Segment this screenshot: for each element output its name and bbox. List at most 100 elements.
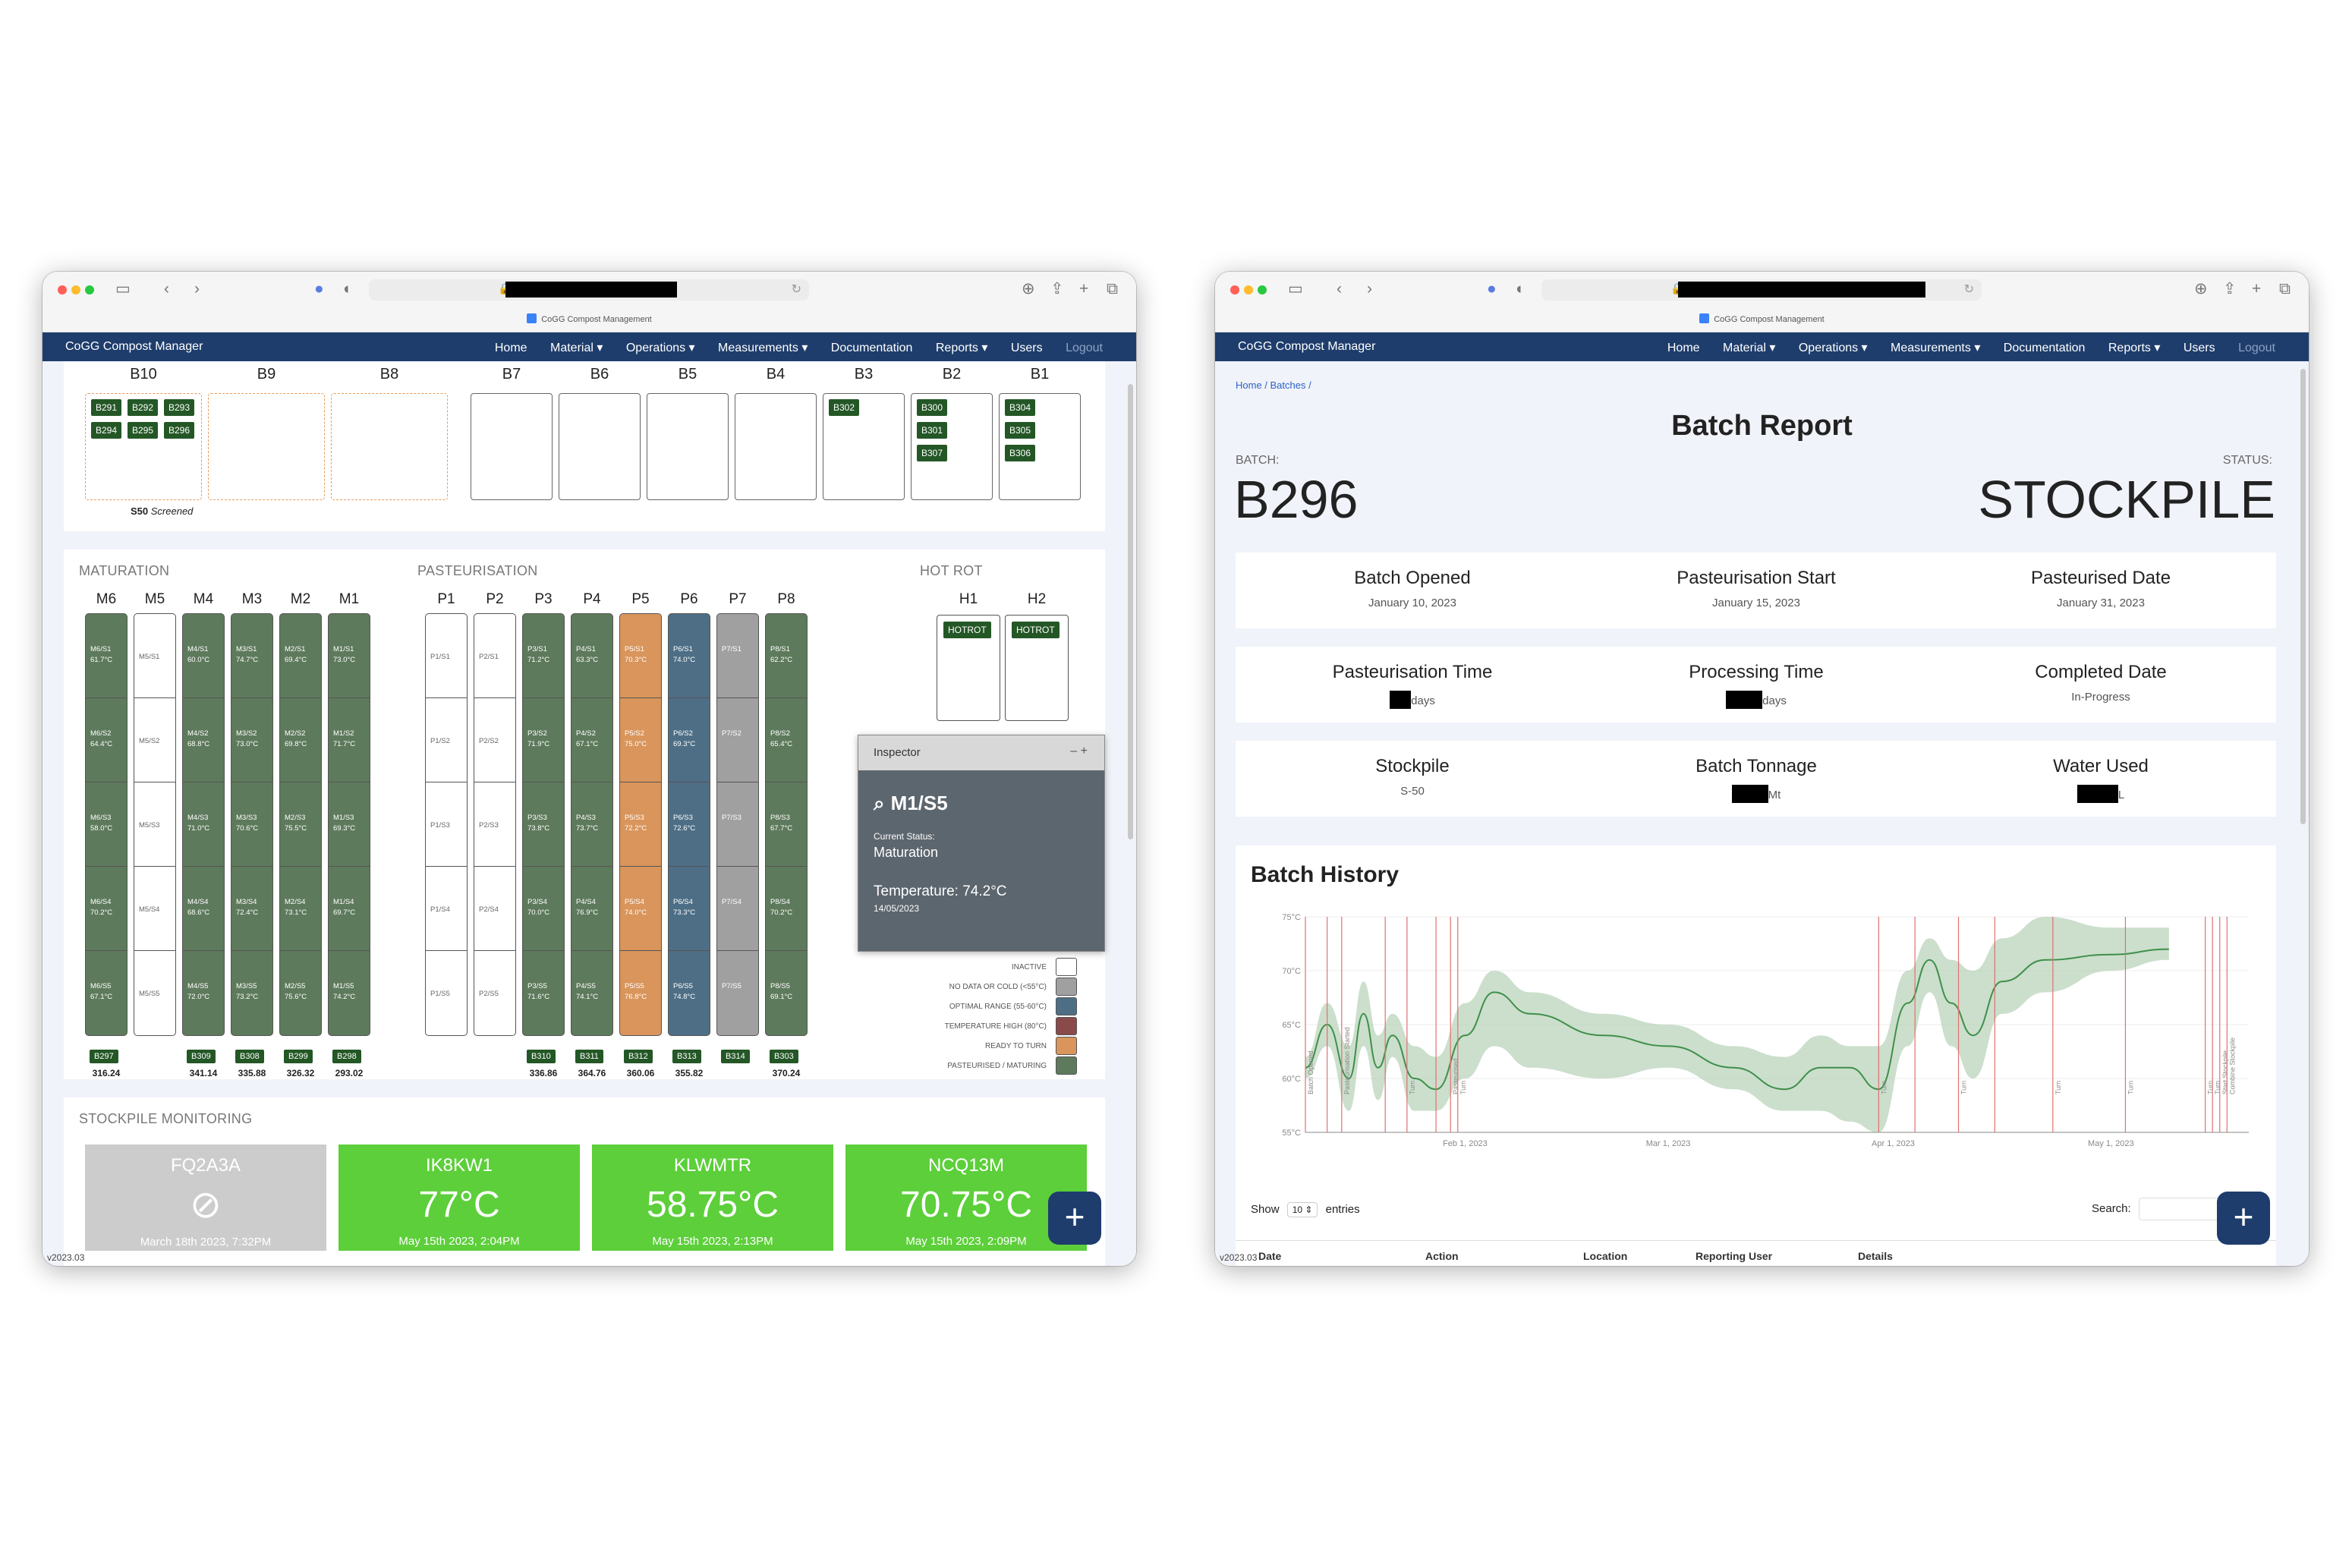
entries-select[interactable]: 10 ⇕ bbox=[1286, 1202, 1318, 1217]
nav-material[interactable]: Material ▾ bbox=[1723, 342, 1775, 354]
slot-p7-s5[interactable]: P7/S5 bbox=[717, 951, 758, 1035]
slot-p6-s1[interactable]: P6/S1 74.0°C bbox=[669, 614, 710, 698]
slot-p3-s3[interactable]: P3/S3 73.8°C bbox=[523, 782, 564, 867]
column-p2[interactable]: P2/S1 P2/S2 P2/S3 P2/S4 P2/S5 bbox=[474, 613, 516, 1036]
slot-m4-s4[interactable]: M4/S4 68.6°C bbox=[183, 867, 224, 951]
batch-tag-b297[interactable]: B297 bbox=[90, 1050, 118, 1063]
slot-m2-s4[interactable]: M2/S4 73.1°C bbox=[280, 867, 321, 951]
slot-p4-s2[interactable]: P4/S2 67.1°C bbox=[571, 698, 612, 782]
nav-users[interactable]: Users bbox=[1011, 342, 1043, 354]
slot-p1-s1[interactable]: P1/S1 bbox=[426, 614, 467, 698]
batch-tag-b299[interactable]: B299 bbox=[284, 1050, 313, 1063]
batch-tag-b301[interactable]: B301 bbox=[917, 422, 948, 439]
slot-p8-s4[interactable]: P8/S4 70.2°C bbox=[766, 867, 807, 951]
nav-reports[interactable]: Reports ▾ bbox=[2108, 342, 2161, 354]
slot-p5-s2[interactable]: P5/S2 75.0°C bbox=[620, 698, 661, 782]
extension-icon[interactable]: ● bbox=[314, 280, 324, 298]
address-bar[interactable]: 🔒 ↻ bbox=[369, 279, 809, 301]
batch-tag-b309[interactable]: B309 bbox=[187, 1050, 216, 1063]
sidebar-icon[interactable]: ▭ bbox=[115, 280, 131, 298]
slot-m5-s2[interactable]: M5/S2 bbox=[134, 698, 175, 782]
minimize-icon[interactable]: – bbox=[1070, 745, 1077, 757]
slot-p4-s5[interactable]: P4/S5 74.1°C bbox=[571, 951, 612, 1035]
column-p4[interactable]: P4/S1 63.3°C P4/S2 67.1°C P4/S3 73.7°C P4/S… bbox=[571, 613, 613, 1036]
slot-m6-s4[interactable]: M6/S4 70.2°C bbox=[86, 867, 127, 951]
slot-p3-s2[interactable]: P3/S2 71.9°C bbox=[523, 698, 564, 782]
new-tab-icon[interactable]: + bbox=[2252, 280, 2261, 298]
add-button[interactable]: + bbox=[2217, 1192, 2270, 1245]
hot-rot-bay-h1[interactable]: HOTROT bbox=[937, 615, 1000, 721]
nav-documentation[interactable]: Documentation bbox=[2004, 342, 2086, 354]
slot-p6-s2[interactable]: P6/S2 69.3°C bbox=[669, 698, 710, 782]
slot-p8-s5[interactable]: P8/S5 69.1°C bbox=[766, 951, 807, 1035]
column-header[interactable]: Reporting User bbox=[1696, 1250, 1772, 1262]
slot-p7-s3[interactable]: P7/S3 bbox=[717, 782, 758, 867]
tab-overview-icon[interactable]: ⧉ bbox=[2279, 280, 2291, 298]
slot-m5-s5[interactable]: M5/S5 bbox=[134, 951, 175, 1035]
address-bar[interactable]: 🔒 ↻ bbox=[1541, 279, 1982, 301]
browser-tab[interactable]: CoGG Compost Management bbox=[43, 308, 1136, 331]
batch-tag-b312[interactable]: B312 bbox=[624, 1050, 653, 1063]
batch-tag-b294[interactable]: B294 bbox=[91, 422, 122, 439]
column-header[interactable]: Location bbox=[1583, 1250, 1627, 1262]
slot-m2-s3[interactable]: M2/S3 75.5°C bbox=[280, 782, 321, 867]
nav-documentation[interactable]: Documentation bbox=[831, 342, 913, 354]
slot-p7-s1[interactable]: P7/S1 bbox=[717, 614, 758, 698]
minimize-window-button[interactable] bbox=[1244, 285, 1253, 294]
slot-p8-s2[interactable]: P8/S2 65.4°C bbox=[766, 698, 807, 782]
download-icon[interactable]: ⊕ bbox=[2194, 280, 2208, 298]
slot-p2-s5[interactable]: P2/S5 bbox=[474, 951, 515, 1035]
slot-p5-s4[interactable]: P5/S4 74.0°C bbox=[620, 867, 661, 951]
slot-m6-s1[interactable]: M6/S1 61.7°C bbox=[86, 614, 127, 698]
slot-p1-s3[interactable]: P1/S3 bbox=[426, 782, 467, 867]
slot-p3-s5[interactable]: P3/S5 71.6°C bbox=[523, 951, 564, 1035]
back-icon[interactable]: ‹ bbox=[164, 280, 169, 298]
slot-m4-s3[interactable]: M4/S3 71.0°C bbox=[183, 782, 224, 867]
add-button[interactable]: + bbox=[1048, 1192, 1101, 1245]
column-m1[interactable]: M1/S1 73.0°C M1/S2 71.7°C M1/S3 69.3°C M1/S… bbox=[328, 613, 370, 1036]
slot-p8-s3[interactable]: P8/S3 67.7°C bbox=[766, 782, 807, 867]
browser-tab[interactable]: CoGG Compost Management bbox=[1215, 308, 2309, 331]
nav-home[interactable]: Home bbox=[495, 342, 527, 354]
tab-overview-icon[interactable]: ⧉ bbox=[1107, 280, 1118, 298]
column-p8[interactable]: P8/S1 62.2°C P8/S2 65.4°C P8/S3 67.7°C P8/S… bbox=[765, 613, 808, 1036]
slot-m2-s1[interactable]: M2/S1 69.4°C bbox=[280, 614, 321, 698]
batch-tag-b314[interactable]: B314 bbox=[721, 1050, 750, 1063]
slot-m3-s5[interactable]: M3/S5 73.2°C bbox=[231, 951, 272, 1035]
nav-operations[interactable]: Operations ▾ bbox=[626, 342, 695, 354]
nav-users[interactable]: Users bbox=[2184, 342, 2215, 354]
batch-tag-b303[interactable]: B303 bbox=[770, 1050, 798, 1063]
page-scrollbar[interactable] bbox=[2300, 369, 2306, 824]
batch-tag-b308[interactable]: B308 bbox=[235, 1050, 264, 1063]
batch-tag-b293[interactable]: B293 bbox=[164, 399, 195, 416]
slot-m2-s2[interactable]: M2/S2 69.8°C bbox=[280, 698, 321, 782]
nav-operations[interactable]: Operations ▾ bbox=[1799, 342, 1868, 354]
batch-tag-b296[interactable]: B296 bbox=[164, 422, 195, 439]
batch-tag-b310[interactable]: B310 bbox=[527, 1050, 556, 1063]
expand-icon[interactable]: + bbox=[1081, 745, 1088, 757]
slot-m5-s1[interactable]: M5/S1 bbox=[134, 614, 175, 698]
batch-tag-b304[interactable]: B304 bbox=[1005, 399, 1036, 416]
batch-tag-b298[interactable]: B298 bbox=[332, 1050, 361, 1063]
column-header[interactable]: Date bbox=[1258, 1250, 1281, 1262]
back-icon[interactable]: ‹ bbox=[1337, 280, 1342, 298]
slot-m3-s2[interactable]: M3/S2 73.0°C bbox=[231, 698, 272, 782]
close-window-button[interactable] bbox=[58, 285, 67, 294]
slot-m4-s5[interactable]: M4/S5 72.0°C bbox=[183, 951, 224, 1035]
close-window-button[interactable] bbox=[1230, 285, 1239, 294]
slot-p7-s4[interactable]: P7/S4 bbox=[717, 867, 758, 951]
column-m4[interactable]: M4/S1 60.0°C M4/S2 68.8°C M4/S3 71.0°C M4/S… bbox=[182, 613, 225, 1036]
new-tab-icon[interactable]: + bbox=[1079, 280, 1088, 298]
slot-p3-s4[interactable]: P3/S4 70.0°C bbox=[523, 867, 564, 951]
nav-material[interactable]: Material ▾ bbox=[550, 342, 603, 354]
share-icon[interactable]: ⇪ bbox=[2223, 280, 2237, 298]
stockpile-card-fq2a3a[interactable]: FQ2A3A ⊘ March 18th 2023, 7:32PM bbox=[85, 1145, 326, 1251]
hotrot-tag[interactable]: HOTROT bbox=[1012, 622, 1060, 638]
batch-tag-b291[interactable]: B291 bbox=[91, 399, 122, 416]
batch-history-chart[interactable]: 55°C 60°C 65°C 70°C 75°C Feb 1, 2023 Mar 1, 20… bbox=[1236, 899, 2276, 1172]
slot-p5-s5[interactable]: P5/S5 76.8°C bbox=[620, 951, 661, 1035]
slot-m6-s3[interactable]: M6/S3 58.0°C bbox=[86, 782, 127, 867]
extension-icon[interactable]: ● bbox=[1487, 280, 1497, 298]
slot-p6-s4[interactable]: P6/S4 73.3°C bbox=[669, 867, 710, 951]
slot-p5-s3[interactable]: P5/S3 72.2°C bbox=[620, 782, 661, 867]
